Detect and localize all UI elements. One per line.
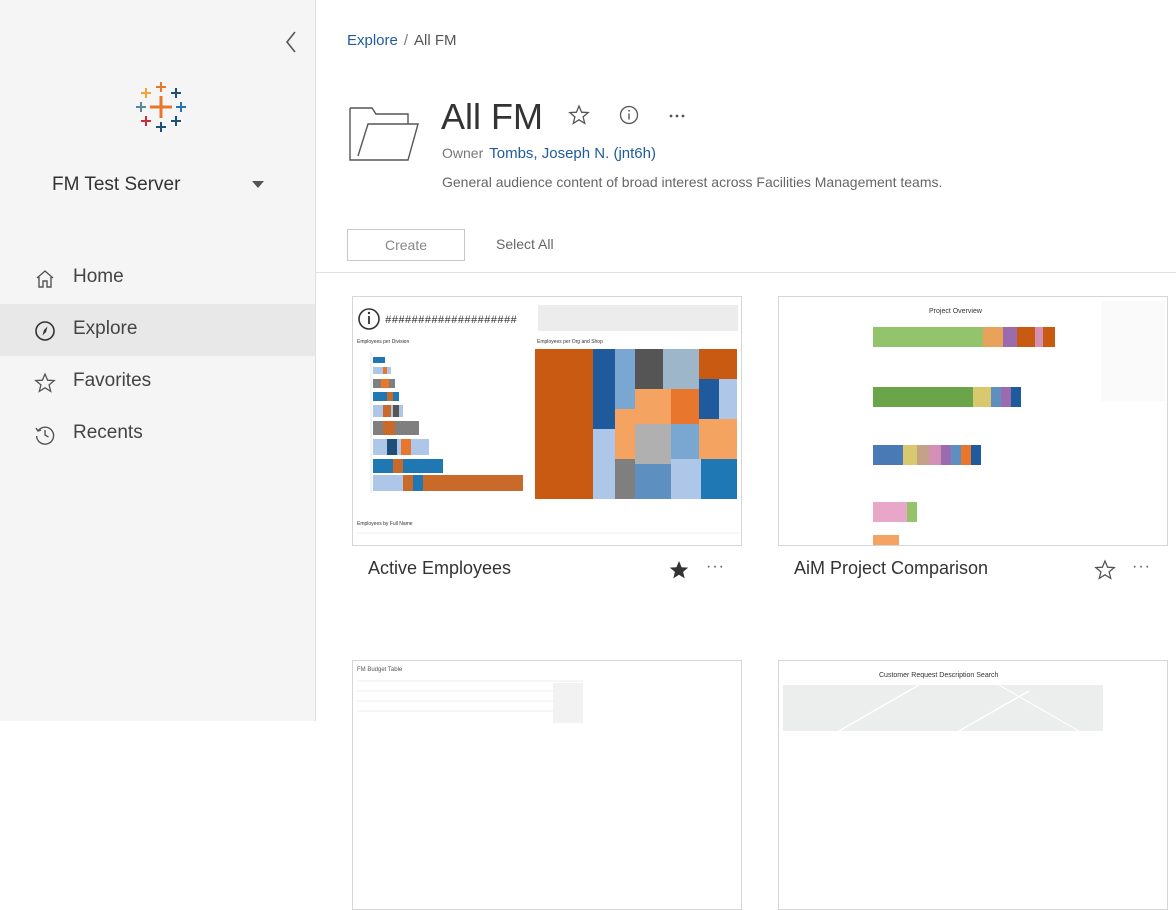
sidebar-item-favorites[interactable]: Favorites (0, 356, 315, 408)
folder-icon (349, 107, 419, 161)
workbook-card-active-employees: #################### Employees per Divis… (352, 296, 742, 596)
employees-dashboard-thumbnail: #################### Employees per Divis… (357, 305, 739, 534)
sidebar-item-label: Explore (73, 318, 138, 339)
sidebar-item-explore[interactable]: Explore (0, 304, 315, 356)
breadcrumb-explore-link[interactable]: Explore (347, 32, 398, 49)
workbook-title[interactable]: Active Employees (368, 558, 511, 579)
project-overview-thumbnail: Project Overview (873, 301, 1165, 545)
divider (316, 272, 1176, 273)
workbook-card-customer-request-search: Customer Request Description Search (778, 660, 1168, 910)
sidebar: FM Test Server Home Explore Favorites Re… (0, 0, 316, 721)
tableau-logo-icon (134, 80, 188, 134)
star-outline-icon[interactable] (1094, 559, 1116, 581)
home-icon (36, 270, 54, 288)
select-all-button[interactable]: Select All (496, 236, 554, 252)
workbook-title[interactable]: AiM Project Comparison (794, 558, 988, 579)
owner-link[interactable]: Tombs, Joseph N. (jnt6h) (489, 145, 656, 162)
card-more-button[interactable]: ··· (706, 558, 730, 578)
create-button[interactable]: Create (347, 229, 465, 261)
star-icon (34, 372, 56, 393)
info-button[interactable] (618, 104, 644, 130)
thumb-bar-chart (370, 352, 523, 493)
sidebar-item-label: Recents (73, 422, 143, 443)
breadcrumb-separator: / (403, 32, 409, 49)
breadcrumb-current: All FM (414, 32, 457, 49)
workbook-card-fm-budget-table: FM Budget Table (352, 660, 742, 910)
project-description: General audience content of broad intere… (442, 174, 943, 190)
workbook-thumbnail[interactable]: Project Overview (778, 296, 1168, 546)
sidebar-nav: Home Explore Favorites Recents (0, 252, 315, 460)
thumb-hash-text: #################### (385, 315, 517, 327)
server-selector[interactable]: FM Test Server (52, 170, 282, 200)
thumb-section-label: Employees per Org and Shop (537, 339, 603, 345)
owner-label: Owner (442, 145, 484, 161)
page-title: All FM (441, 96, 543, 137)
star-filled-icon[interactable] (668, 559, 690, 581)
sidebar-item-home[interactable]: Home (0, 252, 315, 304)
chevron-left-icon (285, 31, 296, 53)
sidebar-item-label: Favorites (73, 370, 152, 391)
thumb-caption: FM Budget Table (357, 667, 403, 673)
card-more-button[interactable]: ··· (1132, 558, 1156, 578)
favorite-button[interactable] (568, 104, 594, 130)
clock-icon (35, 426, 55, 445)
ellipsis-icon (669, 114, 685, 118)
sidebar-item-recents[interactable]: Recents (0, 408, 315, 460)
workbook-thumbnail[interactable]: FM Budget Table (352, 660, 742, 910)
caret-down-icon (252, 181, 264, 188)
owner-line: Owner Tombs, Joseph N. (jnt6h) (442, 145, 656, 162)
thumb-chart-title: Project Overview (929, 308, 983, 315)
workbook-thumbnail[interactable]: Customer Request Description Search (778, 660, 1168, 910)
workbook-thumbnail[interactable]: #################### Employees per Divis… (352, 296, 742, 546)
thumb-section-label: Employees per Division (357, 339, 409, 345)
thumb-caption: Customer Request Description Search (879, 672, 999, 679)
thumb-section-label: Employees by Full Name (357, 521, 413, 527)
thumb-bar-chart (873, 327, 1055, 545)
more-actions-button[interactable] (666, 104, 692, 130)
breadcrumb: Explore / All FM (347, 32, 457, 49)
thumb-treemap (535, 349, 737, 499)
collapse-sidebar-button[interactable] (280, 28, 302, 56)
info-icon (619, 105, 639, 125)
sidebar-item-label: Home (73, 266, 124, 287)
compass-icon (35, 321, 55, 341)
workbook-card-aim-project-comparison: Project Overview AiM Project Comparison … (778, 296, 1168, 596)
main-content: Explore / All FM All FM Owner Tombs, Joseph… (316, 0, 1176, 910)
star-outline-icon (568, 104, 590, 125)
server-name: FM Test Server (52, 174, 181, 195)
